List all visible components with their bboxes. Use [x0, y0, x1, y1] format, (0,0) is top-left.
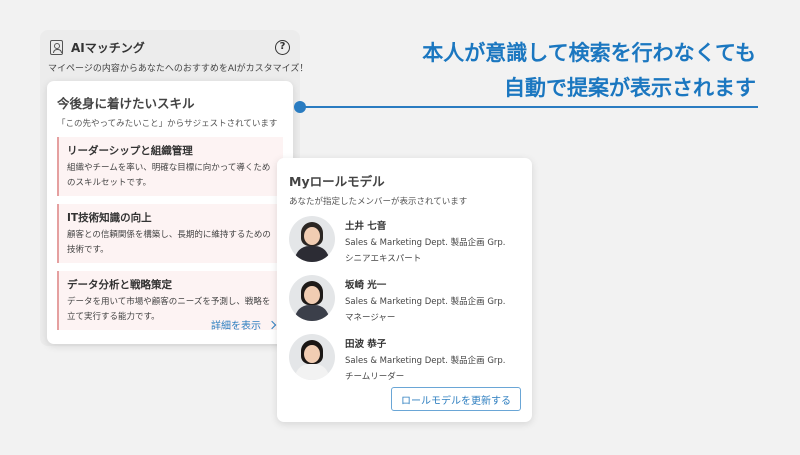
role-model-person[interactable]: 土井 七音 Sales & Marketing Dept. 製品企画 Grp. …: [289, 216, 529, 266]
person-dept: Sales & Marketing Dept. 製品企画 Grp.: [345, 297, 506, 307]
person-dept: Sales & Marketing Dept. 製品企画 Grp.: [345, 356, 506, 366]
update-role-model-button[interactable]: ロールモデルを更新する: [391, 387, 521, 411]
avatar: [289, 275, 335, 321]
person-info: 田波 恭子 Sales & Marketing Dept. 製品企画 Grp. …: [345, 334, 506, 384]
headline-line-1: 本人が意識して検索を行わなくても: [422, 41, 756, 65]
ai-panel-header: AIマッチング ?: [40, 30, 300, 58]
skill-title: データ分析と戦略策定: [67, 279, 172, 291]
skill-item[interactable]: リーダーシップと組織管理 組織やチームを率い、明確な目標に向かって導くためのスキ…: [57, 137, 283, 196]
profile-card-icon: [50, 40, 63, 55]
skills-subtitle: 「この先やってみたいこと」からサジェストされています: [57, 119, 278, 129]
callout-line: [300, 106, 758, 108]
person-role: マネージャー: [345, 313, 396, 323]
role-model-person[interactable]: 坂崎 光一 Sales & Marketing Dept. 製品企画 Grp. …: [289, 275, 529, 325]
show-details-label: 詳細を表示: [211, 321, 261, 332]
person-name: 土井 七音: [345, 221, 387, 232]
person-role: シニアエキスパート: [345, 254, 422, 264]
role-model-person[interactable]: 田波 恭子 Sales & Marketing Dept. 製品企画 Grp. …: [289, 334, 529, 384]
avatar-face: [304, 227, 320, 245]
skill-description: 組織やチームを率い、明確な目標に向かって導くためのスキルセットです。: [67, 163, 271, 188]
person-name: 田波 恭子: [345, 339, 387, 350]
ai-panel-title: AIマッチング: [71, 41, 145, 55]
headline: 本人が意識して検索を行わなくても 自動で提案が表示されます: [422, 36, 756, 106]
person-dept: Sales & Marketing Dept. 製品企画 Grp.: [345, 238, 506, 248]
skill-item[interactable]: IT技術知識の向上 顧客との信頼関係を構築し、長期的に維持するための技術です。: [57, 204, 283, 263]
chevron-right-icon: [267, 320, 277, 329]
avatar-body: [295, 364, 329, 380]
skill-description: 顧客との信頼関係を構築し、長期的に維持するための技術です。: [67, 230, 271, 255]
skills-card: 今後身に着けたいスキル 「この先やってみたいこと」からサジェストされています リ…: [47, 81, 293, 344]
skills-title: 今後身に着けたいスキル: [57, 96, 195, 111]
role-model-title: Myロールモデル: [289, 174, 385, 189]
avatar: [289, 334, 335, 380]
avatar-face: [304, 286, 320, 304]
callout-dot: [294, 101, 306, 113]
skill-title: IT技術知識の向上: [67, 212, 152, 224]
headline-line-2: 自動で提案が表示されます: [504, 76, 756, 100]
avatar-body: [295, 305, 329, 321]
role-model-subtitle: あなたが指定したメンバーが表示されています: [289, 197, 468, 207]
role-model-card: Myロールモデル あなたが指定したメンバーが表示されています 土井 七音 Sal…: [277, 158, 532, 422]
show-details-link[interactable]: 詳細を表示: [211, 317, 277, 332]
ai-panel-subtitle: マイページの内容からあなたへのおすすめをAIがカスタマイズ！: [48, 64, 309, 74]
avatar-face: [304, 345, 320, 363]
avatar: [289, 216, 335, 262]
help-icon[interactable]: ?: [275, 40, 290, 55]
person-name: 坂崎 光一: [345, 280, 387, 291]
avatar-body: [295, 246, 329, 262]
skill-title: リーダーシップと組織管理: [67, 145, 193, 157]
person-info: 坂崎 光一 Sales & Marketing Dept. 製品企画 Grp. …: [345, 275, 506, 325]
person-role: チームリーダー: [345, 372, 405, 382]
person-info: 土井 七音 Sales & Marketing Dept. 製品企画 Grp. …: [345, 216, 506, 266]
